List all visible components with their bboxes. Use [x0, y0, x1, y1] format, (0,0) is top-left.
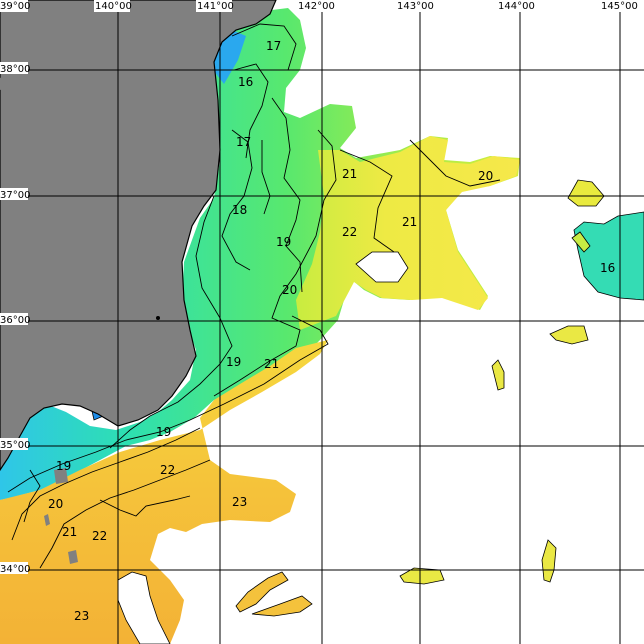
longitude-label: 145°00: [601, 1, 638, 12]
isotherm-label: 19: [156, 425, 171, 439]
isotherm-label: 23: [74, 609, 89, 623]
isotherm-label: 17: [266, 39, 281, 53]
isotherm-label: 19: [56, 459, 71, 473]
isotherm-label: 20: [48, 497, 63, 511]
latitude-label: 36°00: [0, 315, 30, 326]
isotherm-label: 21: [402, 215, 417, 229]
isotherm-label: 19: [276, 235, 291, 249]
latitude-label: 38°00: [0, 64, 30, 75]
isotherm-label: 19: [226, 355, 241, 369]
isotherm-label: 20: [478, 169, 493, 183]
isotherm-label: 22: [342, 225, 357, 239]
sst-patch-1: [549, 325, 589, 345]
longitude-label: 39°00: [0, 1, 30, 12]
latitude-label: 34°00: [0, 564, 30, 575]
longitude-labels: 39°00 140°00 141°00 142°00 143°00 144°00…: [0, 0, 638, 12]
isotherm-label: 21: [342, 167, 357, 181]
isotherm-label: 22: [92, 529, 107, 543]
sst-east-blob-small: [567, 179, 605, 207]
isotherm-label: 21: [62, 525, 77, 539]
isotherm-label: 16: [600, 261, 615, 275]
isotherm-label: 23: [232, 495, 247, 509]
latitude-label: 35°00: [0, 440, 30, 451]
isotherm-label: 16: [238, 75, 253, 89]
longitude-label: 144°00: [498, 1, 535, 12]
isotherm-label: 20: [282, 283, 297, 297]
sst-patch-3: [541, 539, 557, 583]
longitude-label: 141°00: [197, 1, 234, 12]
sst-east-blob-16: [573, 211, 644, 301]
sst-east-tongue: [296, 136, 520, 330]
location-dot: [156, 316, 160, 320]
map-canvas: 39°00 140°00 141°00 142°00 143°00 144°00…: [0, 0, 644, 644]
sst-patch-2: [491, 359, 505, 391]
longitude-label: 142°00: [298, 1, 335, 12]
sea-surface-temperature-map: 39°00 140°00 141°00 142°00 143°00 144°00…: [0, 0, 644, 644]
isotherm-label: 18: [232, 203, 247, 217]
longitude-label: 140°00: [95, 1, 132, 12]
longitude-label: 143°00: [397, 1, 434, 12]
isotherm-label: 21: [264, 357, 279, 371]
isotherm-label: 17: [236, 135, 251, 149]
isotherm-label: 22: [160, 463, 175, 477]
latitude-label: 37°00: [0, 190, 30, 201]
